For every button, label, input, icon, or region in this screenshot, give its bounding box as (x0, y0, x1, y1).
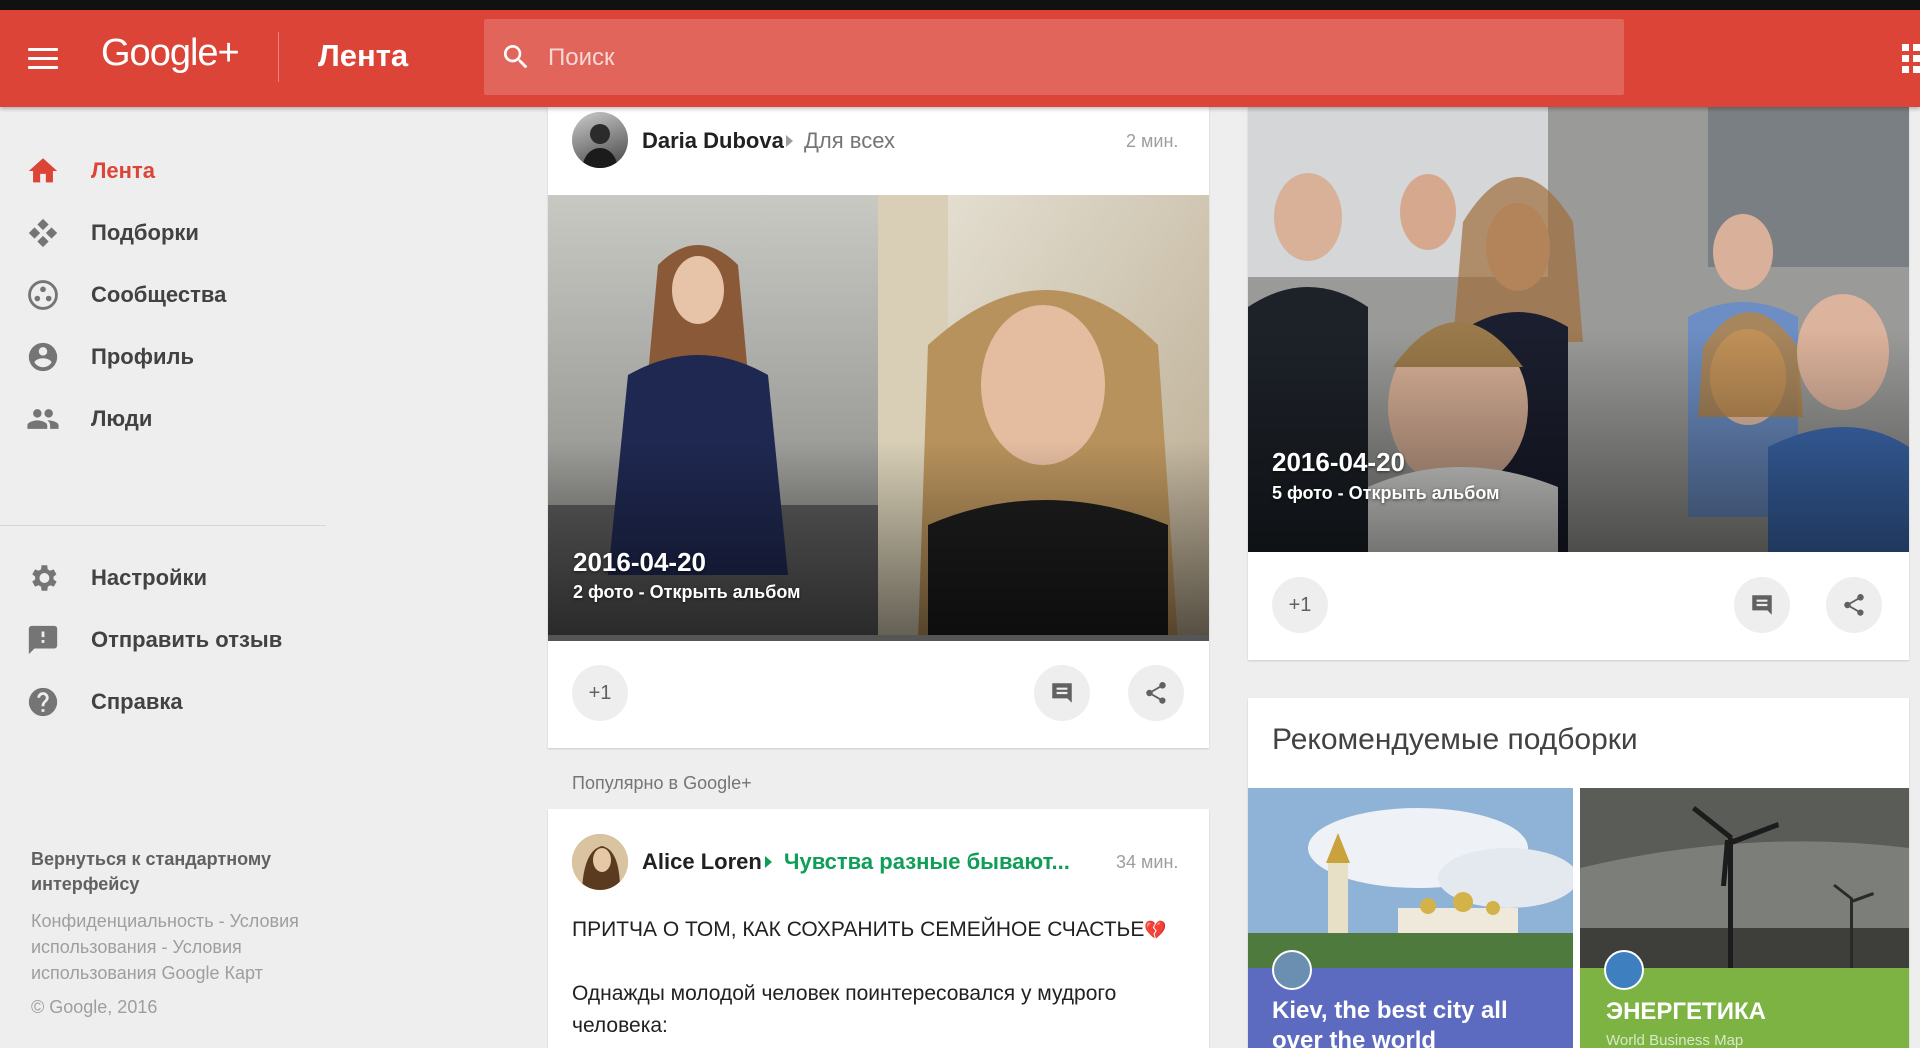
album-photos[interactable]: 2016-04-20 5 фото - Открыть альбом (1248, 107, 1909, 552)
post-author[interactable]: Daria Dubova (642, 128, 784, 154)
album-open-link[interactable]: 5 фото - Открыть альбом (1272, 483, 1499, 504)
copyright: © Google, 2016 (31, 997, 158, 1017)
post-title: ПРИТЧА О ТОМ, КАК СОХРАНИТЬ СЕМЕЙНОЕ СЧА… (572, 914, 1167, 946)
collection-owner: World Business Map (1606, 1032, 1744, 1048)
apps-grid-icon[interactable] (1902, 44, 1920, 74)
share-button[interactable] (1826, 577, 1882, 633)
search-input[interactable] (546, 19, 1610, 97)
people-icon (27, 409, 59, 429)
sidebar-item-feed[interactable]: Лента (0, 138, 330, 202)
comment-button[interactable] (1034, 665, 1090, 721)
collection-owner-avatar (1272, 950, 1312, 990)
collections-icon (28, 218, 58, 248)
post-community-link[interactable]: Чувства разные бывают... (784, 849, 1070, 875)
sidebar-item-collections[interactable]: Подборки (0, 200, 330, 264)
post-card: Daria Dubova Для всех 2 мин. 2016-04-20 … (548, 107, 1209, 748)
collection-tile[interactable]: Kiev, the best city all over the world (1248, 788, 1573, 1048)
plus-one-button[interactable]: +1 (1272, 577, 1328, 633)
collection-tile[interactable]: ЭНЕРГЕТИКА World Business Map (1580, 788, 1909, 1048)
search-bar[interactable] (484, 19, 1624, 97)
post-time[interactable]: 2 мин. (1126, 131, 1178, 152)
avatar[interactable] (572, 112, 628, 168)
album-open-link[interactable]: 2 фото - Открыть альбом (573, 582, 800, 603)
sidebar-item-help[interactable]: Справка (0, 669, 330, 733)
share-icon (1146, 682, 1166, 704)
google-plus-logo[interactable]: Google+ (101, 32, 240, 75)
home-icon (28, 158, 58, 183)
broken-heart-emoji: 💔 (1144, 920, 1167, 940)
collection-owner-avatar (1604, 950, 1644, 990)
sidebar-item-profile[interactable]: Профиль (0, 324, 330, 388)
sidebar-item-label: Справка (91, 689, 183, 714)
post-time[interactable]: 34 мин. (1116, 852, 1178, 873)
page-title: Лента (318, 38, 409, 73)
app-bar: Google+ Лента (0, 10, 1920, 107)
post-author[interactable]: Alice Loren (642, 849, 762, 875)
album-date: 2016-04-20 (573, 547, 706, 577)
album-bottom-border (548, 635, 1209, 641)
sidebar-item-label: Профиль (91, 344, 194, 369)
share-icon (1844, 594, 1864, 616)
community-arrow-icon (765, 856, 772, 868)
sidebar-item-communities[interactable]: Сообщества (0, 262, 330, 326)
settings-icon (32, 565, 57, 591)
comment-icon (1052, 683, 1072, 703)
legal-links[interactable]: Конфиденциальность - Условия использован… (31, 908, 341, 986)
sidebar-item-label: Отправить отзыв (91, 627, 283, 652)
communities-icon (28, 280, 58, 310)
sidebar-item-label: Подборки (91, 220, 199, 245)
post-body: Однажды молодой человек поинтересовался … (572, 982, 1117, 1037)
post-audience: Для всех (804, 128, 895, 153)
sidebar-item-label: Настройки (91, 565, 208, 590)
collection-title: Kiev, the best city all over the world (1272, 997, 1508, 1048)
recommended-heading: Рекомендуемые подборки (1272, 723, 1638, 756)
post-card: 2016-04-20 5 фото - Открыть альбом +1 (1248, 107, 1909, 660)
header-divider (278, 32, 279, 82)
sidebar-item-settings[interactable]: Настройки (0, 545, 330, 609)
help-icon (28, 687, 58, 717)
comment-button[interactable] (1734, 577, 1790, 633)
album-date: 2016-04-20 (1272, 447, 1405, 477)
album-photos[interactable]: 2016-04-20 2 фото - Открыть альбом (548, 195, 1209, 641)
share-button[interactable] (1128, 665, 1184, 721)
sidebar-item-label: Сообщества (91, 282, 227, 307)
sidebar-item-people[interactable]: Люди (0, 386, 330, 450)
window-top-bar (0, 0, 1920, 10)
audience-arrow-icon (786, 135, 793, 147)
sidebar-item-label: Люди (91, 406, 153, 431)
sidebar-item-feedback[interactable]: Отправить отзыв (0, 607, 330, 671)
plus-one-button[interactable]: +1 (572, 665, 628, 721)
sidebar-divider (0, 525, 326, 526)
classic-interface-link[interactable]: Вернуться к стандартному интерфейсу (31, 847, 331, 897)
post-title-text: ПРИТЧА О ТОМ, КАК СОХРАНИТЬ СЕМЕЙНОЕ СЧА… (572, 918, 1145, 941)
avatar[interactable] (572, 834, 628, 890)
feedback-icon (28, 625, 58, 655)
comment-icon (1752, 595, 1772, 615)
collection-title: ЭНЕРГЕТИКА (1606, 998, 1766, 1025)
sidebar-item-label: Лента (91, 158, 155, 183)
search-icon (503, 45, 528, 69)
popular-section-label: Популярно в Google+ (572, 773, 752, 793)
sidebar: Лента Подборки Сообщества Профиль Люди Н… (0, 107, 330, 1048)
hamburger-icon[interactable] (28, 48, 58, 70)
profile-icon (28, 342, 58, 372)
